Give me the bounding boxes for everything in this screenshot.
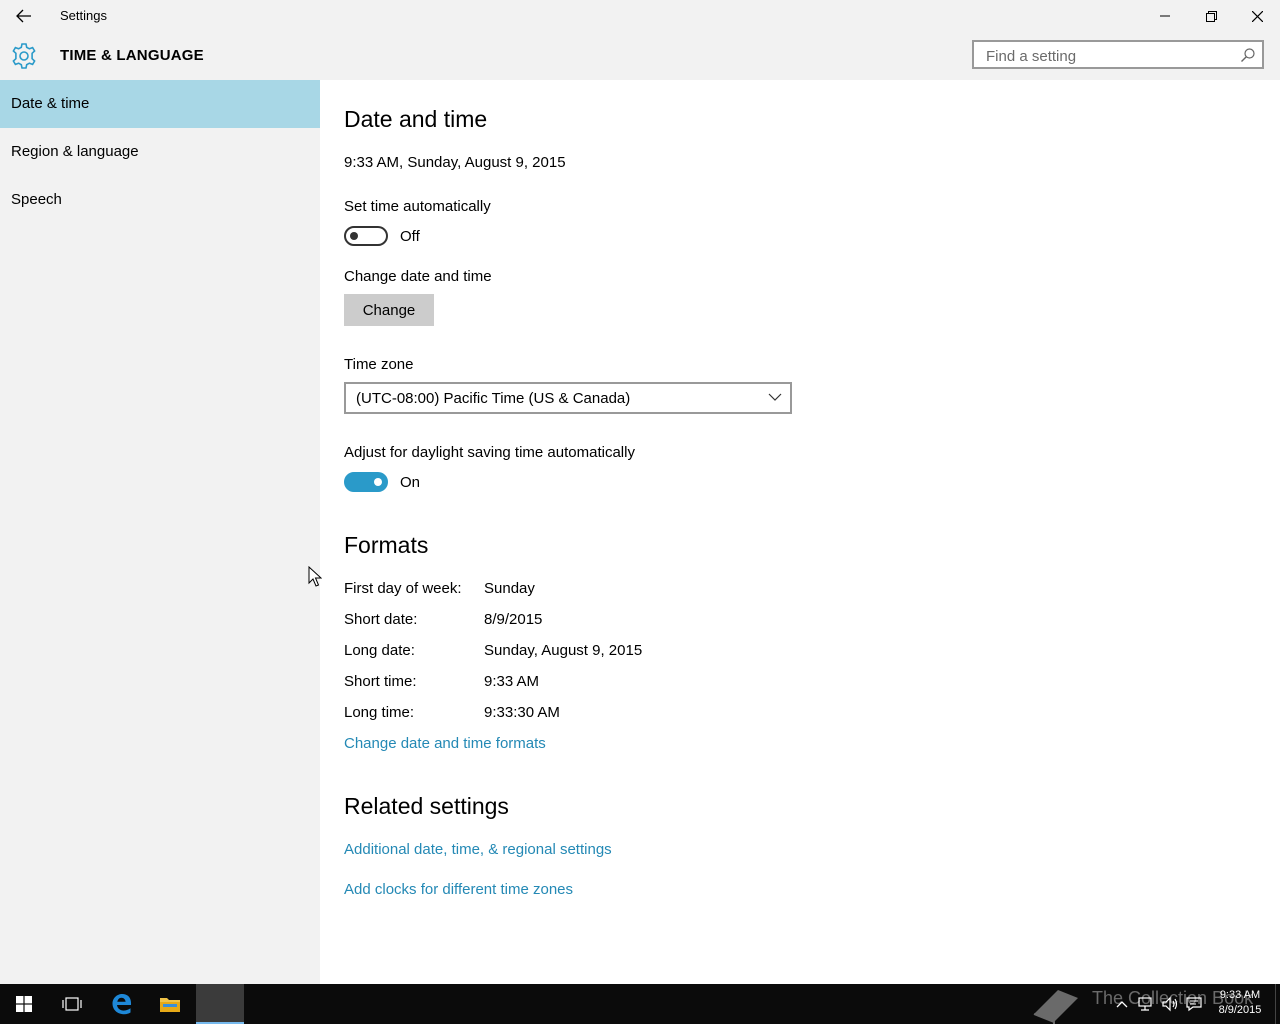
formats-heading: Formats bbox=[344, 532, 429, 558]
settings-header: TIME & LANGUAGE bbox=[0, 32, 1280, 80]
gear-icon bbox=[12, 43, 36, 69]
back-button[interactable] bbox=[0, 0, 48, 32]
close-button[interactable] bbox=[1234, 0, 1280, 32]
time-zone-label: Time zone bbox=[344, 356, 414, 373]
format-label: Long time: bbox=[344, 704, 415, 721]
change-button[interactable]: Change bbox=[344, 294, 434, 326]
task-view-icon bbox=[62, 997, 82, 1011]
window-title: Settings bbox=[60, 8, 107, 23]
section-title: TIME & LANGUAGE bbox=[60, 47, 204, 64]
restore-button[interactable] bbox=[1188, 0, 1234, 32]
main-content: Date and time 9:33 AM, Sunday, August 9,… bbox=[320, 80, 1280, 984]
taskbar: The Collection Book 9:33 AM 8/9/2015 bbox=[0, 984, 1280, 1024]
dst-toggle[interactable] bbox=[344, 472, 388, 492]
sidebar-item-speech[interactable]: Speech bbox=[0, 176, 320, 224]
format-value: Sunday bbox=[484, 580, 535, 597]
chevron-up-icon[interactable] bbox=[1112, 994, 1132, 1014]
volume-icon[interactable] bbox=[1160, 994, 1180, 1014]
additional-regional-settings-link[interactable]: Additional date, time, & regional settin… bbox=[344, 841, 612, 858]
clock-time: 9:33 AM bbox=[1219, 989, 1261, 1001]
format-label: Short date: bbox=[344, 611, 418, 628]
format-label: Long date: bbox=[344, 642, 415, 659]
related-settings-heading: Related settings bbox=[344, 793, 509, 819]
dst-state: On bbox=[400, 474, 421, 491]
change-formats-link[interactable]: Change date and time formats bbox=[344, 735, 546, 752]
toggle-knob bbox=[350, 232, 358, 240]
page-title: Date and time bbox=[344, 106, 488, 132]
search-box[interactable] bbox=[972, 40, 1264, 69]
file-explorer-button[interactable] bbox=[146, 984, 194, 1024]
close-icon bbox=[1251, 10, 1263, 22]
add-clocks-link[interactable]: Add clocks for different time zones bbox=[344, 881, 573, 898]
action-center-icon[interactable] bbox=[1184, 994, 1204, 1014]
show-desktop-button[interactable] bbox=[1275, 984, 1280, 1024]
book-logo-icon bbox=[1033, 990, 1078, 1024]
format-value: 9:33:30 AM bbox=[484, 704, 560, 721]
dst-label: Adjust for daylight saving time automati… bbox=[344, 444, 635, 461]
auto-time-state: Off bbox=[400, 228, 420, 245]
back-arrow-icon bbox=[16, 9, 31, 23]
search-input[interactable] bbox=[984, 46, 1238, 66]
windows-logo-icon bbox=[16, 996, 32, 1012]
time-zone-value: (UTC-08:00) Pacific Time (US & Canada) bbox=[356, 390, 631, 407]
mouse-pointer-icon bbox=[308, 566, 322, 587]
network-icon[interactable] bbox=[1136, 994, 1156, 1014]
taskbar-clock[interactable]: 9:33 AM 8/9/2015 bbox=[1212, 988, 1268, 1018]
sidebar-item-region-language[interactable]: Region & language bbox=[0, 128, 320, 176]
chevron-down-icon bbox=[768, 393, 782, 401]
change-datetime-label: Change date and time bbox=[344, 268, 492, 285]
toggle-knob bbox=[374, 478, 382, 486]
format-value: 8/9/2015 bbox=[484, 611, 543, 628]
auto-time-toggle[interactable] bbox=[344, 226, 388, 246]
folder-icon bbox=[160, 998, 180, 1012]
current-datetime: 9:33 AM, Sunday, August 9, 2015 bbox=[344, 154, 566, 171]
settings-taskbar-button[interactable] bbox=[196, 984, 244, 1024]
minimize-button[interactable] bbox=[1142, 0, 1188, 32]
auto-time-label: Set time automatically bbox=[344, 198, 491, 215]
sidebar-item-date-time[interactable]: Date & time bbox=[0, 80, 320, 128]
sidebar-nav: Date & time Region & language Speech bbox=[0, 80, 320, 984]
clock-date: 8/9/2015 bbox=[1218, 1004, 1262, 1016]
edge-browser-icon bbox=[112, 994, 132, 1015]
task-view-button[interactable] bbox=[48, 984, 96, 1024]
search-icon[interactable] bbox=[1240, 47, 1256, 63]
format-label: Short time: bbox=[344, 673, 417, 690]
title-bar: Settings bbox=[0, 0, 1280, 32]
format-label: First day of week: bbox=[344, 580, 462, 597]
minimize-icon bbox=[1160, 15, 1170, 17]
start-button[interactable] bbox=[0, 984, 48, 1024]
restore-icon bbox=[1205, 10, 1217, 22]
edge-browser-button[interactable] bbox=[98, 984, 146, 1024]
format-value: 9:33 AM bbox=[484, 673, 540, 690]
time-zone-dropdown[interactable]: (UTC-08:00) Pacific Time (US & Canada) bbox=[344, 382, 792, 414]
format-value: Sunday, August 9, 2015 bbox=[484, 642, 643, 659]
